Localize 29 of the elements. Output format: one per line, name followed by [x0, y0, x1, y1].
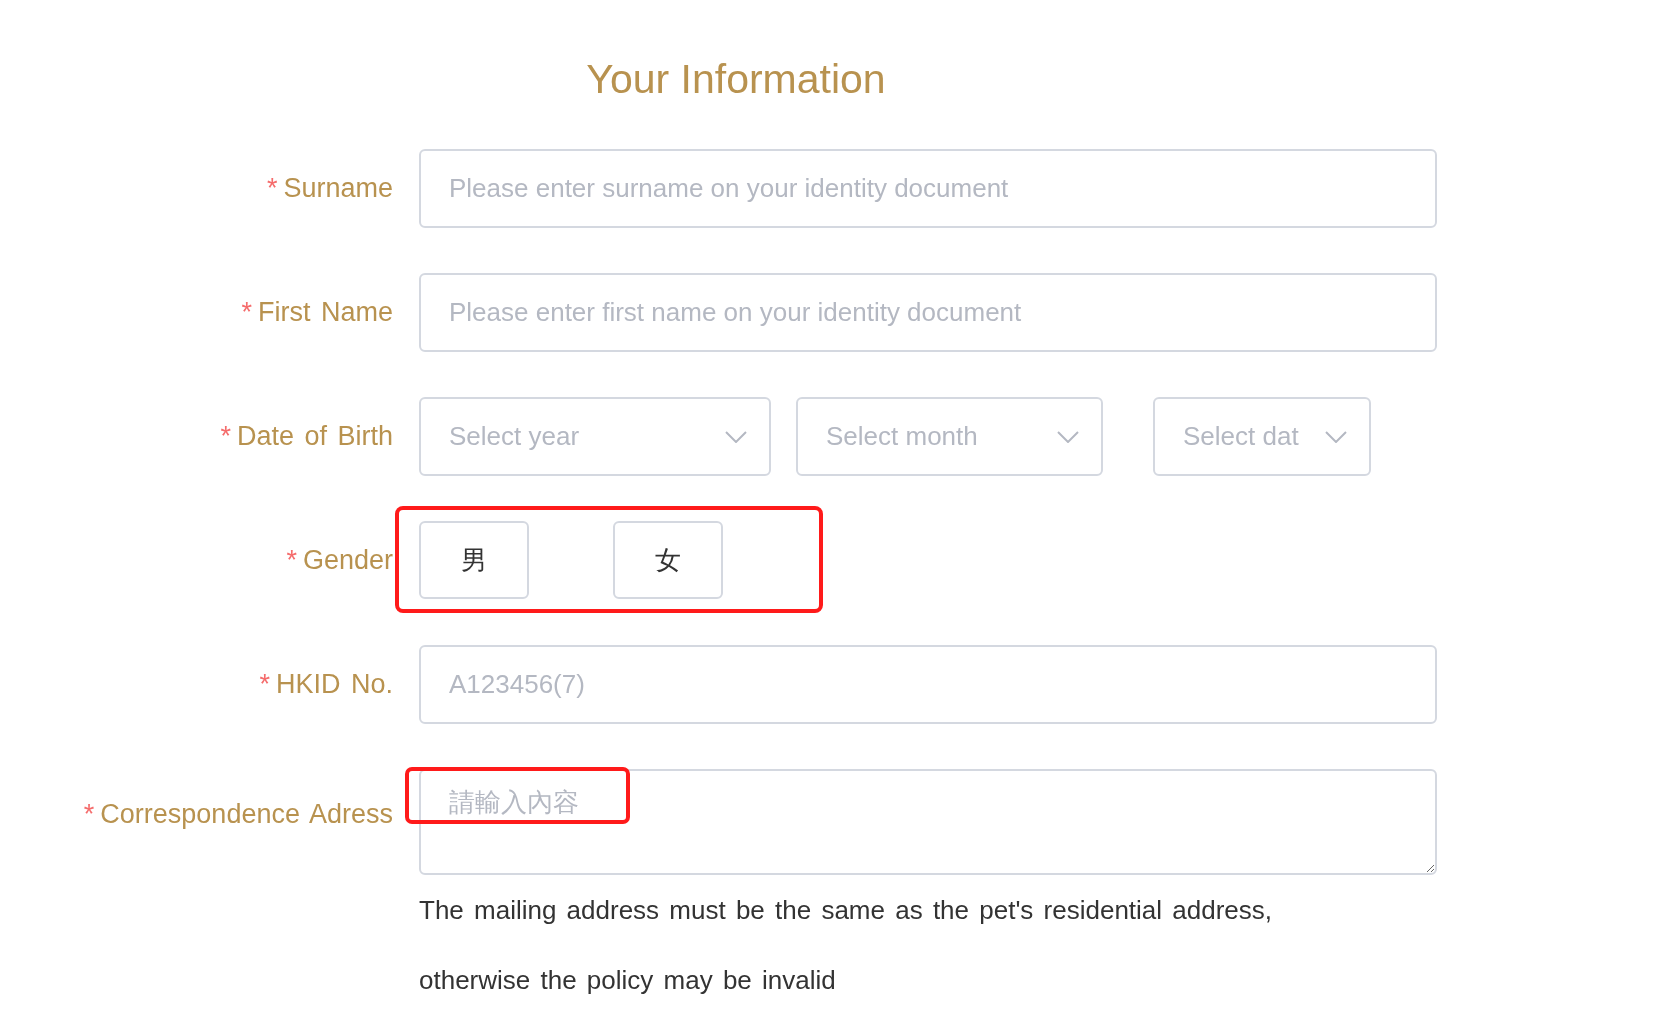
text-input-field[interactable]: Please enter surname on your identity document: [419, 149, 1437, 228]
chevron-down-icon: [1325, 430, 1347, 443]
label-text: HKID No.: [275, 669, 393, 699]
chevron-down-icon: [725, 430, 747, 443]
form-title: Your Information: [585, 55, 887, 104]
address-text-area[interactable]: 請輸入內容: [419, 769, 1437, 875]
gender-option-button[interactable]: 男: [419, 521, 529, 599]
required-asterisk: *: [83, 799, 95, 829]
label-text: First Name: [258, 297, 393, 327]
required-asterisk: *: [259, 669, 270, 699]
required-asterisk: *: [220, 421, 231, 451]
label-text: Date of Birth: [236, 421, 393, 451]
select-dropdown[interactable]: Select dat: [1153, 397, 1371, 476]
required-asterisk: *: [266, 173, 278, 203]
label-text: Correspondence Adress: [100, 799, 393, 829]
address-note: The mailing address must be the same as the pet's residential address, otherwise the policy may be invalid: [419, 894, 1274, 997]
select-dropdown[interactable]: Select month: [796, 397, 1103, 476]
label-text: Gender: [302, 545, 393, 575]
gender-option-button[interactable]: 女: [613, 521, 723, 599]
text-input-field[interactable]: A123456(7): [419, 645, 1437, 724]
chevron-down-icon: [1057, 430, 1079, 443]
select-placeholder: Select dat: [1183, 421, 1299, 452]
required-asterisk: *: [241, 297, 252, 327]
select-placeholder: Select month: [826, 421, 978, 452]
text-input-field[interactable]: Please enter first name on your identity document: [419, 273, 1437, 352]
select-dropdown[interactable]: Select year: [419, 397, 771, 476]
label-text: Surname: [283, 173, 393, 203]
required-asterisk: *: [286, 545, 297, 575]
select-placeholder: Select year: [449, 421, 580, 452]
